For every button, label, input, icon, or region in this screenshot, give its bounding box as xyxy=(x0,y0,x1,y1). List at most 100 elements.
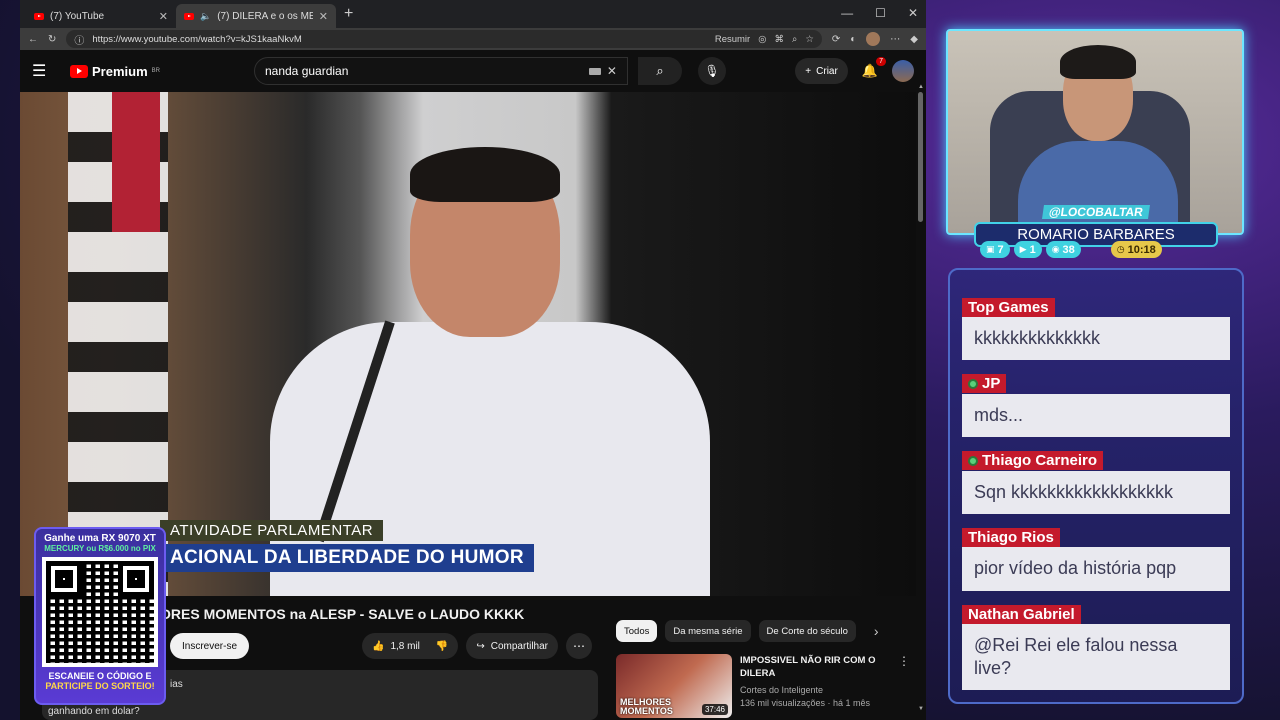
chip-channel[interactable]: De Corte do século xyxy=(758,620,856,642)
chat-message: Top Games kkkkkkkkkkkkkk xyxy=(962,298,1230,361)
create-label: Criar xyxy=(816,65,838,77)
notifications-button[interactable]: 🔔 7 xyxy=(862,57,886,79)
scroll-up-icon[interactable]: ▲ xyxy=(918,84,924,90)
search-value[interactable]: nanda guardian xyxy=(265,64,348,78)
giveaway-promo: Ganhe uma RX 9070 XT MERCURY ou R$6.000 … xyxy=(34,527,166,705)
zoom-icon[interactable]: ⌕ xyxy=(792,34,797,45)
tab-bar: (7) YouTube ✕ 🔈 (7) DILERA e o os MELHOR… xyxy=(20,0,926,28)
video-lower-third: ATIVIDADE PARLAMENTAR ACIONAL DA LIBERDA… xyxy=(160,520,534,572)
related-video[interactable]: MELHORES MOMENTOS 37:46 IMPOSSIVEL NÃO R… xyxy=(616,654,910,718)
close-window-icon[interactable]: ✕ xyxy=(908,6,918,20)
video-actions: 👍 1,8 mil 👎 ↪ Compartilhar ⋯ xyxy=(362,633,592,659)
chat-message: Thiago Rios pior vídeo da história pqp xyxy=(962,528,1230,591)
like-count: 1,8 mil xyxy=(390,640,420,652)
address-url[interactable]: https://www.youtube.com/watch?v=kJS1kaaN… xyxy=(92,34,706,45)
chat-text: mds... xyxy=(962,393,1230,438)
youtube-favicon-icon xyxy=(184,12,194,20)
chat-text: pior vídeo da história pqp xyxy=(962,547,1230,591)
clear-search-icon[interactable]: ✕ xyxy=(607,64,617,78)
chat-author: JP xyxy=(962,374,1007,394)
chat-author: Thiago Rios xyxy=(962,528,1060,548)
kick-icon: ◉ xyxy=(1051,244,1060,254)
account-avatar[interactable] xyxy=(892,60,914,82)
chip-same-series[interactable]: Da mesma série xyxy=(665,620,751,642)
voice-search-button[interactable]: 🎙 xyxy=(697,57,726,85)
profile-avatar[interactable] xyxy=(866,32,881,46)
maximize-icon[interactable]: ☐ xyxy=(875,6,886,20)
page-scrollbar[interactable] xyxy=(918,92,923,222)
video-player[interactable]: ATIVIDADE PARLAMENTAR ACIONAL DA LIBERDA… xyxy=(20,92,916,596)
chip-todos[interactable]: Todos xyxy=(616,620,658,642)
thumbs-up-icon: 👍 xyxy=(372,640,385,652)
related-title[interactable]: IMPOSSIVEL NÃO RIR COM O DILERA xyxy=(740,654,890,681)
search-input[interactable]: nanda guardian ✕ xyxy=(253,57,628,85)
address-field[interactable]: ⓘ https://www.youtube.com/watch?v=kJS1ka… xyxy=(66,30,822,48)
browser-tab-youtube[interactable]: (7) YouTube ✕ xyxy=(26,4,176,28)
subscribe-button[interactable]: Inscrever-se xyxy=(170,633,250,659)
browser-tab-video[interactable]: 🔈 (7) DILERA e o os MELHORES ✕ xyxy=(176,4,336,28)
resumir-button[interactable]: Resumir xyxy=(715,34,750,45)
chat-text: kkkkkkkkkkkkkk xyxy=(962,317,1230,361)
keyboard-icon[interactable] xyxy=(588,67,601,75)
stat-kick: ◉ 38 xyxy=(1045,241,1081,258)
chat-author: Thiago Carneiro xyxy=(962,451,1104,471)
clock-icon: ◷ xyxy=(1116,244,1125,254)
description-text: ganhando em dolar? xyxy=(48,706,140,717)
streamer-handle: @LOCOBALTAR xyxy=(1042,205,1150,219)
share-icon: ↪ xyxy=(476,640,485,652)
like-button[interactable]: 👍 1,8 mil 👎 xyxy=(362,633,459,659)
logo-text: Premium xyxy=(92,63,148,79)
microphone-icon: 🎙 xyxy=(704,64,720,78)
stat-youtube: ▶ 1 xyxy=(1013,241,1042,258)
stat-twitch: ▣ 7 xyxy=(980,241,1010,258)
related-meta: 136 mil visualizações · há 1 mês xyxy=(740,697,871,708)
related-thumbnail[interactable]: MELHORES MOMENTOS 37:46 xyxy=(616,654,732,718)
speaker-icon[interactable]: 🔈 xyxy=(200,11,211,22)
copilot-logo-icon[interactable]: ◆ xyxy=(910,34,918,45)
back-icon[interactable]: ← xyxy=(28,34,38,45)
close-tab-icon[interactable]: ✕ xyxy=(159,10,168,23)
chat-message: Thiago Carneiro Sqn kkkkkkkkkkkkkkkkkk xyxy=(962,451,1230,515)
chat-text: @Rei Rei ele falou nessa live? xyxy=(962,623,1230,691)
close-tab-icon[interactable]: ✕ xyxy=(319,10,328,23)
copilot-icon[interactable]: ◎ xyxy=(758,34,766,45)
more-actions-button[interactable]: ⋯ xyxy=(566,633,592,659)
youtube-header: ☰ Premium BR nanda guardian ✕ ⌕ 🎙 + Cria… xyxy=(20,50,926,92)
share-button[interactable]: ↪ Compartilhar xyxy=(466,633,558,659)
minimize-icon[interactable]: — xyxy=(841,6,853,20)
promo-scan-text: ESCANEIE O CÓDIGO E xyxy=(48,671,152,681)
chat-message: Nathan Gabriel @Rei Rei ele falou nessa … xyxy=(962,604,1230,691)
youtube-logo[interactable]: Premium BR xyxy=(70,64,160,79)
description-views: ias xyxy=(170,679,183,690)
extension-icon[interactable]: ◐ xyxy=(850,34,856,45)
youtube-play-icon xyxy=(70,64,88,78)
new-tab-icon[interactable]: + xyxy=(344,5,353,23)
qr-code-image xyxy=(42,557,158,667)
tab-title: (7) DILERA e o os MELHORES xyxy=(217,10,313,22)
scroll-down-icon[interactable]: ▼ xyxy=(918,706,924,712)
tab-title: (7) YouTube xyxy=(50,10,105,22)
notification-count-badge: 7 xyxy=(876,57,886,66)
reload-icon[interactable]: ↻ xyxy=(48,34,56,45)
video-duration: 37:46 xyxy=(701,704,728,715)
related-chips: Todos Da mesma série De Corte do século … xyxy=(616,620,879,642)
hamburger-menu-icon[interactable]: ☰ xyxy=(32,61,60,81)
logo-region: BR xyxy=(151,68,160,74)
search-button[interactable]: ⌕ xyxy=(637,57,682,85)
menu-dots-icon[interactable]: ⋯ xyxy=(890,34,900,45)
lower-third-top: ATIVIDADE PARLAMENTAR xyxy=(160,520,384,541)
stream-stats: ▣ 7 ▶ 1 ◉ 38 ◷ 10:18 xyxy=(980,241,1162,258)
flag-red-stripe xyxy=(112,92,160,232)
extensions-icon[interactable]: ⟳ xyxy=(832,34,840,45)
address-toolbar: ← ↻ ⓘ https://www.youtube.com/watch?v=kJ… xyxy=(20,28,926,50)
chevron-right-icon[interactable]: › xyxy=(874,623,879,639)
window-controls: — ☐ ✕ xyxy=(841,6,918,20)
more-vertical-icon[interactable]: ⋮ xyxy=(898,654,910,718)
create-button[interactable]: + Criar xyxy=(795,58,848,84)
related-channel[interactable]: Cortes do Inteligente xyxy=(740,685,890,695)
promo-headline: Ganhe uma RX 9070 XT xyxy=(44,533,156,544)
thumbs-down-icon[interactable]: 👎 xyxy=(436,641,448,652)
translate-icon[interactable]: ⌘ xyxy=(775,34,785,45)
favorite-star-icon[interactable]: ☆ xyxy=(805,34,814,45)
site-info-icon[interactable]: ⓘ xyxy=(74,32,84,47)
